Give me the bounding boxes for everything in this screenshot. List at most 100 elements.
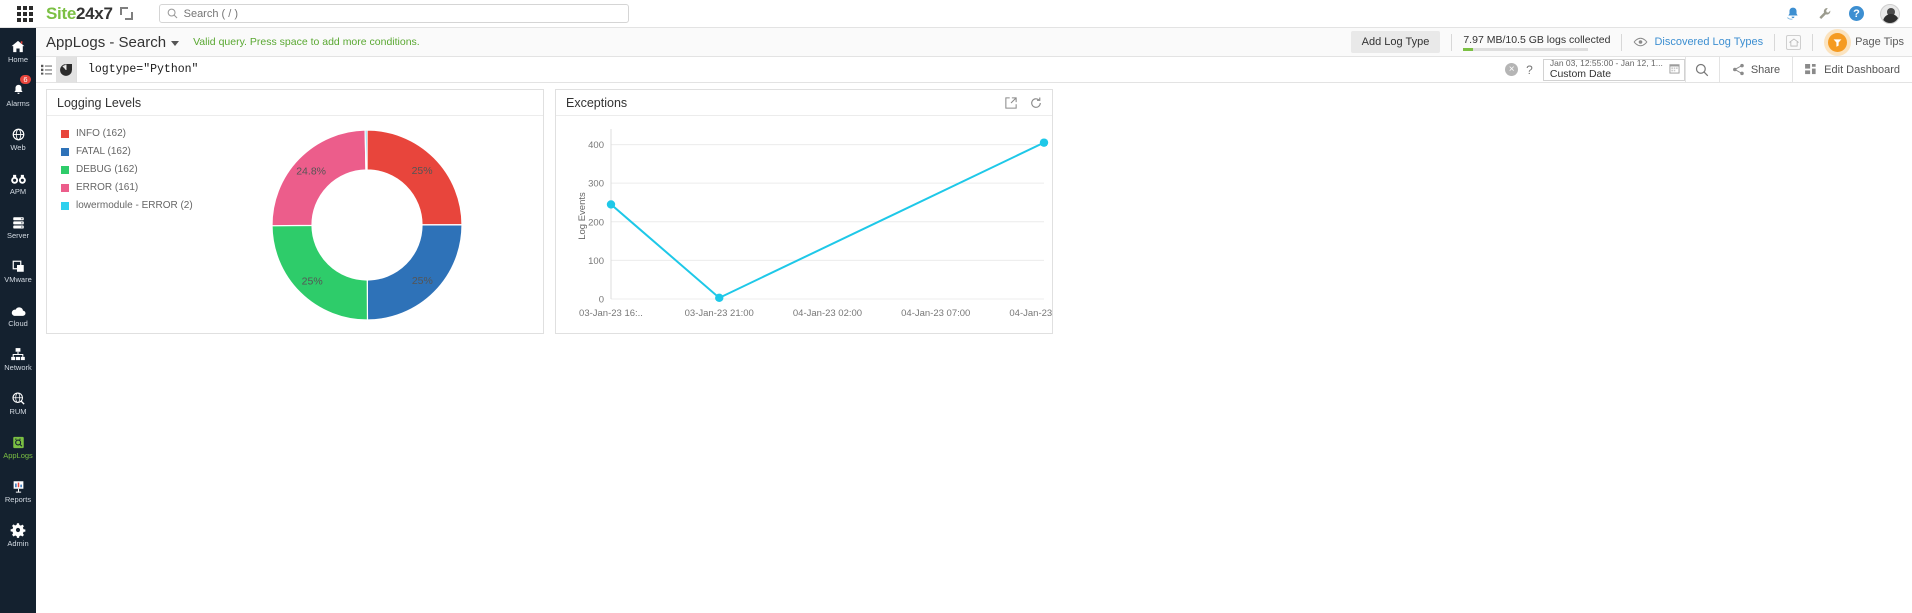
sidebar-label-web: Web xyxy=(10,144,25,152)
expand-icon[interactable] xyxy=(120,7,133,20)
date-range-mode: Custom Date xyxy=(1550,68,1663,80)
refresh-icon[interactable] xyxy=(1030,97,1042,109)
search-input[interactable] xyxy=(184,8,621,20)
logging-levels-legend: INFO (162) FATAL (162) DEBUG (162) ERROR… xyxy=(61,128,193,211)
sidebar-item-cloud[interactable]: Cloud xyxy=(0,292,36,336)
date-range-picker[interactable]: Jan 03, 12:55:00 - Jan 12, 1... Custom D… xyxy=(1543,59,1685,81)
share-label: Share xyxy=(1751,64,1780,76)
query-bar: logtype="Python" × ? Jan 03, 12:55:00 - … xyxy=(36,57,1912,83)
y-tick-label: 0 xyxy=(599,295,604,306)
add-log-type-button[interactable]: Add Log Type xyxy=(1351,31,1441,53)
data-point[interactable] xyxy=(607,200,615,208)
legend-item[interactable]: ERROR (161) xyxy=(61,182,193,193)
page-title-dropdown[interactable]: AppLogs - Search xyxy=(46,34,179,51)
donut-slice-debug[interactable] xyxy=(272,225,367,320)
panel-exceptions: Exceptions 0100200300400Log Events03-Jan… xyxy=(555,89,1053,334)
sidebar-item-applogs[interactable]: AppLogs xyxy=(0,424,36,468)
sidebar-item-server[interactable]: Server xyxy=(0,204,36,248)
wrench-icon[interactable] xyxy=(1817,6,1833,22)
sidebar-item-admin[interactable]: Admin xyxy=(0,512,36,556)
divider xyxy=(1451,34,1452,51)
sidebar-item-reports[interactable]: Reports xyxy=(0,468,36,512)
query-text[interactable]: logtype="Python" xyxy=(88,63,198,76)
top-header: Site24x7 ? xyxy=(0,0,1912,28)
query-help-icon[interactable]: ? xyxy=(1526,63,1533,77)
legend-item[interactable]: FATAL (162) xyxy=(61,146,193,157)
data-point[interactable] xyxy=(715,294,723,302)
sidebar-label-admin: Admin xyxy=(7,540,28,548)
query-bar-right: × ? Jan 03, 12:55:00 - Jan 12, 1... Cust… xyxy=(1505,57,1912,82)
brand-logo[interactable]: Site24x7 xyxy=(46,4,113,24)
sidebar-label-server: Server xyxy=(7,232,29,240)
panel-title-logging-levels: Logging Levels xyxy=(57,96,141,110)
chevron-down-icon xyxy=(171,41,179,46)
sidebar-item-network[interactable]: Network xyxy=(0,336,36,380)
help-icon[interactable]: ? xyxy=(1849,6,1864,21)
home-dashboard-icon[interactable] xyxy=(1786,35,1801,50)
sidebar-label-rum: RUM xyxy=(9,408,26,416)
sidebar-label-network: Network xyxy=(4,364,32,372)
calendar-icon xyxy=(1669,61,1680,79)
series-line xyxy=(611,143,1044,298)
brand-site-text: Site xyxy=(46,4,76,24)
search-icon xyxy=(1695,63,1709,77)
query-view-toggle xyxy=(36,57,77,83)
legend-label-lowermodule: lowermodule - ERROR (2) xyxy=(76,200,193,211)
y-tick-label: 300 xyxy=(588,179,604,190)
donut-chart-svg[interactable]: 25%25%25%24.8% xyxy=(262,120,472,330)
applogs-icon xyxy=(11,433,26,450)
panel-header: Logging Levels xyxy=(47,90,543,116)
megaphone-icon xyxy=(1828,33,1847,52)
list-view-icon[interactable] xyxy=(36,57,56,83)
home-icon xyxy=(10,37,26,54)
storage-progress-bar xyxy=(1463,48,1588,51)
sidebar-label-reports: Reports xyxy=(5,496,31,504)
donut-slice-lowermodule-error[interactable] xyxy=(365,130,367,170)
legend-swatch-info xyxy=(61,130,69,138)
divider xyxy=(1812,34,1813,51)
sidebar-item-rum[interactable]: RUM xyxy=(0,380,36,424)
donut-slice-fatal[interactable] xyxy=(367,225,462,320)
discovered-log-types-link[interactable]: Discovered Log Types xyxy=(1633,36,1763,48)
tips-badge xyxy=(1824,29,1851,56)
search-icon xyxy=(167,8,178,19)
legend-item[interactable]: INFO (162) xyxy=(61,128,193,139)
reports-icon xyxy=(11,477,26,494)
donut-slice-error[interactable] xyxy=(272,130,366,226)
share-button[interactable]: Share xyxy=(1719,57,1792,83)
storage-meter: 7.97 MB/10.5 GB logs collected xyxy=(1463,34,1610,51)
date-range-value: Jan 03, 12:55:00 - Jan 12, 1... xyxy=(1550,59,1663,69)
sidebar-item-web[interactable]: Web xyxy=(0,116,36,160)
avatar[interactable] xyxy=(1880,4,1900,24)
edit-dashboard-button[interactable]: Edit Dashboard xyxy=(1792,57,1912,83)
exceptions-line-chart[interactable]: 0100200300400Log Events03-Jan-23 16:..03… xyxy=(556,117,1052,333)
notification-bell-icon[interactable] xyxy=(1785,6,1801,22)
open-external-icon[interactable] xyxy=(1005,97,1017,109)
data-point[interactable] xyxy=(1040,138,1048,146)
alarms-badge: 6 xyxy=(19,74,32,85)
panel-actions xyxy=(1005,97,1042,109)
chart-view-icon[interactable] xyxy=(56,57,76,83)
sidebar-item-alarms[interactable]: 6 Alarms xyxy=(0,72,36,116)
donut-slice-info[interactable] xyxy=(367,130,462,225)
sidebar-item-apm[interactable]: APM xyxy=(0,160,36,204)
y-tick-label: 200 xyxy=(588,217,604,228)
sidebar-item-vmware[interactable]: VMware xyxy=(0,248,36,292)
toolbar-right: Add Log Type 7.97 MB/10.5 GB logs collec… xyxy=(1351,28,1912,56)
sidebar-label-apm: APM xyxy=(10,188,26,196)
legend-swatch-lowermodule xyxy=(61,202,69,210)
run-query-button[interactable] xyxy=(1685,57,1719,83)
date-range-text: Jan 03, 12:55:00 - Jan 12, 1... Custom D… xyxy=(1550,59,1663,81)
legend-item[interactable]: lowermodule - ERROR (2) xyxy=(61,200,193,211)
legend-item[interactable]: DEBUG (162) xyxy=(61,164,193,175)
clear-query-icon[interactable]: × xyxy=(1505,63,1518,76)
global-search[interactable] xyxy=(159,4,629,23)
sidebar-label-vmware: VMware xyxy=(4,276,32,284)
page-tips-button[interactable]: Page Tips xyxy=(1824,29,1904,56)
query-valid-message: Valid query. Press space to add more con… xyxy=(193,36,420,48)
app-grid-icon[interactable] xyxy=(8,6,42,22)
legend-label-debug: DEBUG (162) xyxy=(76,164,138,175)
sidebar-item-home[interactable]: Home xyxy=(0,28,36,72)
donut-slice-label: 25% xyxy=(412,275,433,287)
sidebar-label-alarms: Alarms xyxy=(6,100,29,108)
